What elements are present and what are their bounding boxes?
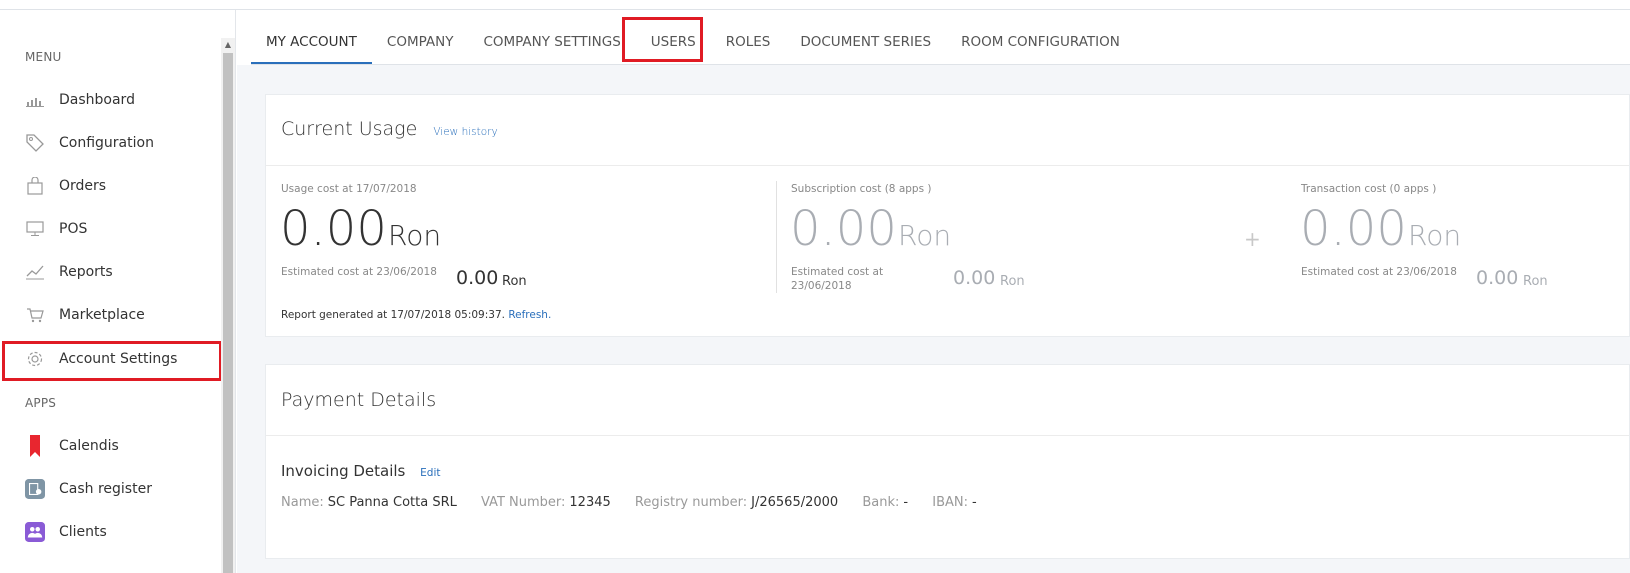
sidebar-item-marketplace[interactable]: Marketplace [0, 295, 221, 335]
bank-key: Bank: [862, 495, 900, 510]
subscription-cost-amount: 0.00 [790, 201, 897, 257]
report-generated-text: Report generated at 17/07/2018 05:09:37.… [281, 309, 552, 321]
transaction-estimated-unit: Ron [1523, 274, 1548, 289]
highlight-users-tab [622, 17, 703, 62]
invoicing-details-row: Name: SC Panna Cotta SRL VAT Number: 12345… [281, 495, 997, 510]
plus-sign: + [1244, 227, 1261, 251]
usage-cost-amount: 0.00 [280, 201, 387, 257]
sidebar-scrollbar[interactable]: ▲ [221, 38, 235, 573]
iban-value: - [971, 495, 977, 510]
current-usage-card: Current Usage View history Usage cost at… [265, 94, 1630, 337]
payment-details-card: Payment Details Invoicing Details Edit N… [265, 364, 1630, 559]
scroll-thumb[interactable] [223, 53, 233, 573]
menu-heading: MENU [25, 50, 62, 64]
tab-company[interactable]: COMPANY [372, 18, 469, 65]
vat-value: 12345 [569, 495, 611, 510]
sidebar-item-cash-register[interactable]: Cash register [0, 469, 221, 509]
invoicing-details-title: Invoicing Details Edit [281, 462, 441, 480]
sidebar-item-label: Dashboard [59, 92, 135, 108]
transaction-cost-unit: Ron [1408, 219, 1462, 252]
sidebar-item-label: Reports [59, 264, 113, 280]
usage-cost-label: Usage cost at 17/07/2018 [281, 183, 417, 195]
scroll-up-arrow-icon[interactable]: ▲ [221, 38, 235, 52]
monitor-icon [25, 219, 45, 239]
tab-document-series[interactable]: DOCUMENT SERIES [785, 18, 946, 65]
card-divider [266, 165, 1629, 166]
payment-details-title: Payment Details [281, 389, 437, 411]
tab-my-account[interactable]: MY ACCOUNT [251, 18, 372, 65]
sidebar-item-orders[interactable]: Orders [0, 166, 221, 206]
subscription-estimated-amount: 0.00 [953, 267, 996, 289]
subscription-estimated-unit: Ron [1000, 274, 1025, 289]
name-key: Name: [281, 495, 324, 510]
sidebar-item-label: Orders [59, 178, 107, 194]
tabs-divider [251, 64, 1630, 65]
registry-value: J/26565/2000 [751, 495, 839, 510]
refresh-link[interactable]: Refresh. [508, 309, 551, 321]
tag-icon [25, 133, 45, 153]
estimated-cost-amount: 0.00 [456, 267, 499, 289]
sidebar-item-configuration[interactable]: Configuration [0, 123, 221, 163]
top-bar [0, 0, 1630, 10]
vertical-separator [776, 181, 777, 293]
line-chart-icon [25, 262, 45, 282]
card-divider [266, 435, 1629, 436]
estimated-cost-label: Estimated cost at 23/06/2018 [281, 266, 437, 278]
bookmark-icon [25, 435, 45, 457]
tab-company-settings[interactable]: COMPANY SETTINGS [468, 18, 635, 65]
cash-register-icon [25, 479, 45, 499]
transaction-cost-label: Transaction cost (0 apps ) [1301, 183, 1437, 195]
sidebar-item-label: Calendis [59, 438, 119, 454]
current-usage-title: Current Usage View history [281, 118, 498, 140]
sidebar-item-label: POS [59, 221, 88, 237]
bank-value: - [903, 495, 909, 510]
subscription-cost-label: Subscription cost (8 apps ) [791, 183, 932, 195]
registry-key: Registry number: [634, 495, 748, 510]
transaction-estimated-label: Estimated cost at 23/06/2018 [1301, 266, 1457, 278]
sidebar-item-reports[interactable]: Reports [0, 252, 221, 292]
highlight-account-settings [2, 341, 222, 381]
users-icon [25, 522, 45, 542]
sidebar-item-calendis[interactable]: Calendis [0, 426, 221, 466]
estimated-cost-unit: Ron [502, 274, 527, 289]
sidebar-item-label: Marketplace [59, 307, 145, 323]
iban-key: IBAN: [932, 495, 968, 510]
sidebar-item-pos[interactable]: POS [0, 209, 221, 249]
apps-heading: APPS [25, 396, 57, 410]
tab-roles[interactable]: ROLES [711, 18, 786, 65]
edit-invoicing-link[interactable]: Edit [420, 467, 440, 479]
shopping-bag-icon [25, 176, 45, 196]
sidebar-item-label: Clients [59, 524, 107, 540]
cart-icon [25, 305, 45, 325]
transaction-cost-amount: 0.00 [1300, 201, 1407, 257]
subscription-cost-unit: Ron [898, 219, 952, 252]
transaction-estimated-amount: 0.00 [1476, 267, 1519, 289]
tab-room-configuration[interactable]: ROOM CONFIGURATION [946, 18, 1135, 65]
sidebar-item-dashboard[interactable]: Dashboard [0, 80, 221, 120]
sidebar-item-label: Configuration [59, 135, 154, 151]
vat-key: VAT Number: [481, 495, 566, 510]
sidebar: MENU Dashboard Configuration Orders POS … [0, 10, 236, 573]
usage-cost-unit: Ron [388, 219, 442, 252]
bar-chart-icon [25, 90, 45, 110]
name-value: SC Panna Cotta SRL [327, 495, 457, 510]
view-history-link[interactable]: View history [433, 126, 497, 138]
sidebar-item-clients[interactable]: Clients [0, 512, 221, 552]
sidebar-item-label: Cash register [59, 481, 152, 497]
subscription-estimated-label: Estimated cost at 23/06/2018 [791, 266, 884, 292]
